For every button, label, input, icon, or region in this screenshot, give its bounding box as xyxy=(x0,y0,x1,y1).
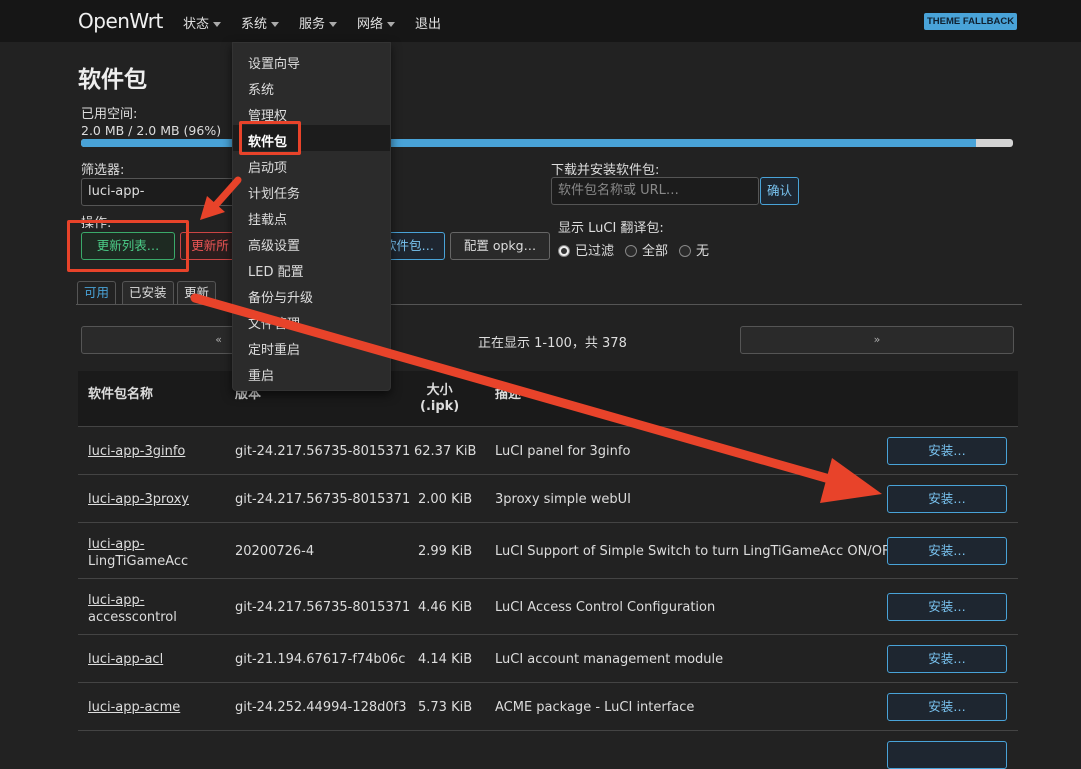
annotation-arrows xyxy=(190,176,882,503)
annotation-arrow-icon xyxy=(190,293,882,503)
annotation-arrow-icon xyxy=(200,176,242,220)
